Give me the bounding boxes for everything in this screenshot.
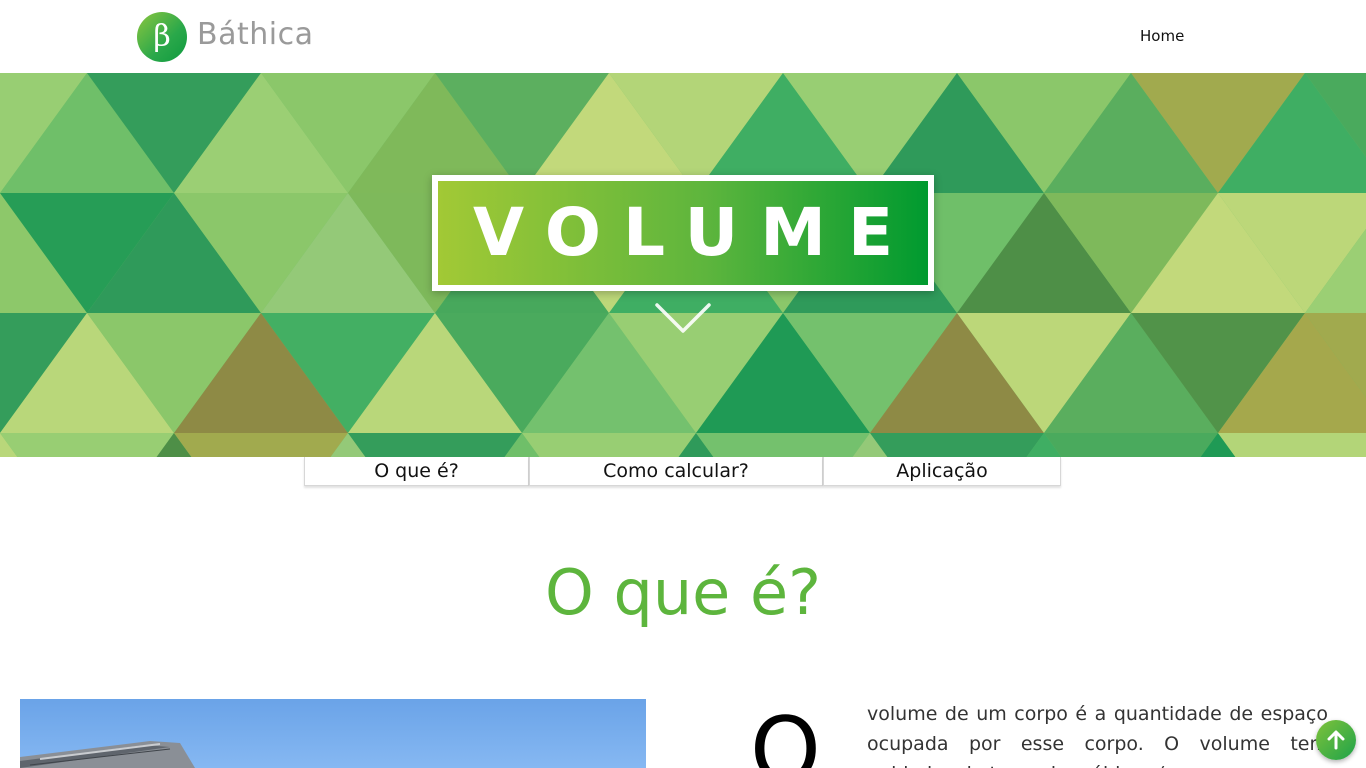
chevron-down-icon[interactable] [654, 301, 712, 337]
logo-icon[interactable]: β [137, 12, 187, 62]
pattern-triangle [696, 433, 870, 457]
pattern-triangle [0, 433, 174, 457]
pattern-triangle [1044, 433, 1218, 457]
section-paragraph: volume de um corpo é a quantidade de esp… [867, 703, 1328, 768]
section-tabs: O que é? Como calcular? Aplicação [304, 457, 1061, 486]
dropcap-letter: O [750, 698, 821, 768]
pattern-triangle [522, 433, 696, 457]
pattern-triangle [1218, 433, 1366, 457]
hero-title: VOLUME [472, 194, 916, 271]
brand-name[interactable]: Báthica [197, 17, 313, 52]
hero-banner: VOLUME [0, 73, 1366, 457]
arrow-up-icon [1327, 730, 1345, 750]
back-to-top-button[interactable] [1316, 720, 1356, 760]
site-header: β Báthica Home [0, 0, 1366, 73]
building-roof-image [20, 741, 195, 768]
tab-como-calcular[interactable]: Como calcular? [529, 457, 823, 486]
nav-home-link[interactable]: Home [1140, 27, 1184, 45]
pattern-triangle [870, 433, 1044, 457]
building-photo [20, 699, 646, 768]
logo-glyph: β [153, 19, 171, 54]
hero-title-box: VOLUME [432, 175, 934, 291]
tab-o-que-e[interactable]: O que é? [304, 457, 529, 486]
tab-aplicacao[interactable]: Aplicação [823, 457, 1061, 486]
pattern-triangle [174, 433, 348, 457]
section-title: O que é? [544, 556, 822, 629]
pattern-triangle [348, 433, 522, 457]
